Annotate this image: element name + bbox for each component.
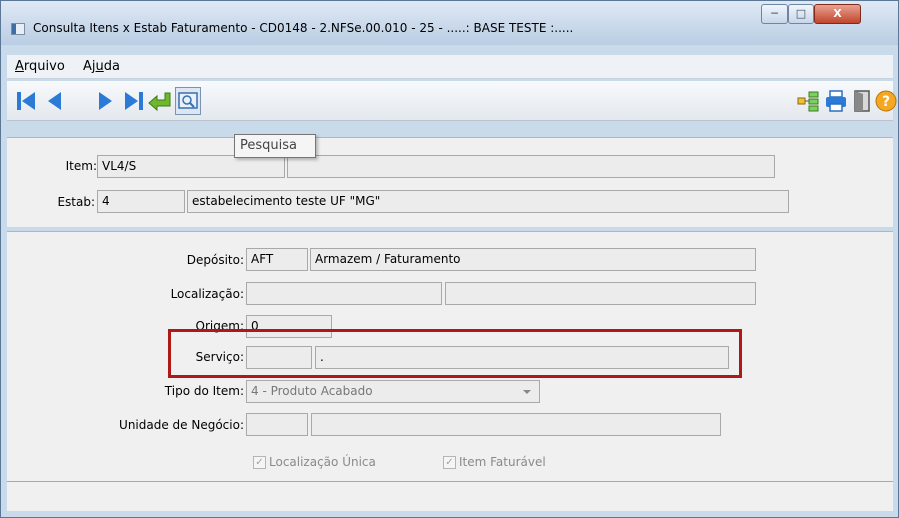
list-icon — [797, 91, 819, 112]
localizacao-code-field[interactable] — [246, 282, 442, 305]
menu-arquivo[interactable]: Arquivo — [15, 59, 65, 74]
search-button[interactable] — [175, 87, 201, 115]
last-record-button[interactable] — [121, 87, 147, 115]
estab-label: Estab: — [57, 195, 95, 209]
next-record-button[interactable] — [93, 87, 119, 115]
toolbar: ? — [7, 81, 897, 121]
menu-ajuda[interactable]: Ajuda — [83, 59, 120, 74]
next-icon — [99, 92, 112, 110]
deposito-description-field[interactable]: Armazem / Faturamento — [310, 248, 756, 271]
menu-ajuda-label-pre: Aj — [83, 59, 96, 74]
deposito-code-field[interactable]: AFT — [246, 248, 308, 271]
menu-arquivo-mnemonic: A — [15, 59, 24, 74]
minimize-button[interactable]: ─ — [761, 4, 788, 24]
help-icon: ? — [875, 90, 897, 112]
estab-description-field[interactable]: estabelecimento teste UF "MG" — [187, 190, 789, 213]
localizacao-label: Localização: — [170, 287, 244, 301]
unidade-negocio-description-field[interactable] — [311, 413, 721, 436]
search-tooltip: Pesquisa — [234, 134, 316, 158]
window-title: Consulta Itens x Estab Faturamento - CD0… — [33, 21, 574, 35]
window-icon — [11, 23, 25, 35]
unidade-negocio-code-field[interactable] — [246, 413, 308, 436]
tipo-item-value: 4 - Produto Acabado — [251, 384, 373, 398]
print-button[interactable] — [823, 87, 849, 115]
highlight-box — [168, 329, 742, 378]
menu-ajuda-mnemonic: u — [95, 59, 104, 74]
check-icon: ✓ — [443, 455, 456, 469]
close-button[interactable]: X — [814, 4, 861, 24]
localizacao-unica-label: Localização Única — [269, 455, 376, 469]
svg-text:?: ? — [882, 94, 890, 110]
maximize-button[interactable]: □ — [788, 4, 814, 24]
search-icon — [178, 92, 198, 109]
header-panel: Item: VL4/S Estab: 4 estabelecimento tes… — [7, 137, 893, 227]
prev-icon — [48, 92, 61, 110]
list-button[interactable] — [795, 87, 821, 115]
chevron-down-icon — [523, 390, 531, 394]
first-record-button[interactable] — [13, 87, 39, 115]
goto-icon — [148, 92, 171, 112]
app-window: Consulta Itens x Estab Faturamento - CD0… — [0, 0, 899, 518]
menu-arquivo-label: rquivo — [23, 59, 65, 74]
status-bar — [7, 481, 893, 511]
exit-button[interactable] — [849, 87, 875, 115]
check-icon: ✓ — [253, 455, 266, 469]
help-button[interactable]: ? — [873, 87, 899, 115]
localizacao-description-field[interactable] — [445, 282, 756, 305]
item-faturavel-label: Item Faturável — [459, 455, 546, 469]
localizacao-unica-checkbox[interactable]: ✓ Localização Única — [253, 455, 376, 469]
deposito-label: Depósito: — [186, 253, 244, 267]
menu-ajuda-label: da — [103, 59, 120, 74]
item-faturavel-checkbox[interactable]: ✓ Item Faturável — [443, 455, 546, 469]
tipo-item-select[interactable]: 4 - Produto Acabado — [246, 380, 540, 403]
previous-record-button[interactable] — [41, 87, 67, 115]
item-field[interactable]: VL4/S — [97, 155, 285, 178]
print-icon — [826, 90, 846, 112]
tipo-item-label: Tipo do Item: — [164, 384, 244, 398]
last-icon — [125, 92, 143, 110]
item-description-field[interactable] — [287, 155, 775, 178]
unidade-negocio-label: Unidade de Negócio: — [119, 418, 244, 432]
menu-bar: Arquivo Ajuda — [7, 55, 893, 79]
item-label: Item: — [65, 159, 97, 173]
title-bar[interactable]: Consulta Itens x Estab Faturamento - CD0… — [1, 1, 898, 45]
exit-icon — [854, 90, 870, 112]
goto-button[interactable] — [147, 87, 173, 115]
first-icon — [17, 92, 35, 110]
estab-field[interactable]: 4 — [97, 190, 185, 213]
